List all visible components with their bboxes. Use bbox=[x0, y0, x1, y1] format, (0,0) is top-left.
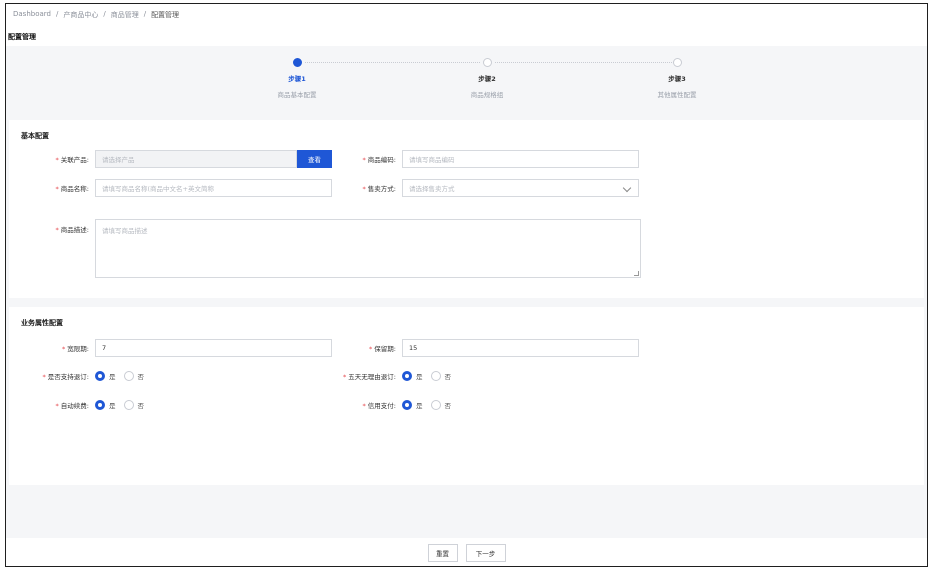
breadcrumb: Dashboard / 产商品中心 / 商品管理 / 配置管理 bbox=[13, 10, 179, 20]
breadcrumb-separator: / bbox=[103, 10, 106, 18]
required-mark: * bbox=[362, 185, 366, 193]
five-day-refund-field: * 五天无理由退订: 是 否 bbox=[327, 371, 455, 381]
radio-no[interactable] bbox=[123, 371, 134, 381]
retention-period-field: * 保留期: 15 bbox=[327, 339, 639, 357]
related-product-input[interactable]: 请选择产品 bbox=[95, 150, 297, 168]
product-code-label: * 商品编码: bbox=[362, 156, 396, 164]
radio-yes[interactable] bbox=[95, 371, 105, 381]
step-3-desc: 其他属性配置 bbox=[657, 91, 697, 99]
radio-no-label[interactable]: 否 bbox=[445, 400, 452, 410]
product-desc-field: * 商品描述: 请填写商品描述 bbox=[17, 219, 641, 278]
sale-method-select[interactable]: 请选择售卖方式 bbox=[402, 179, 639, 197]
breadcrumb-dashboard[interactable]: Dashboard bbox=[13, 10, 51, 20]
radio-no-label[interactable]: 否 bbox=[445, 371, 452, 381]
action-bar: 重置 下一步 bbox=[6, 538, 927, 566]
step-2-desc: 商品规格组 bbox=[470, 91, 504, 99]
grace-period-input[interactable]: 7 bbox=[95, 339, 332, 357]
step-3-dot bbox=[672, 58, 682, 67]
basic-config-panel: 基本配置 * 关联产品: 请选择产品 查看 * 商品编码: 请填写商品编码 * 商品名… bbox=[9, 120, 924, 298]
product-desc-label: * 商品描述: bbox=[55, 226, 89, 234]
required-mark: * bbox=[362, 156, 366, 164]
auto-renew-field: * 自动续费: 是 否 bbox=[17, 400, 148, 410]
step-2-title: 步骤2 bbox=[478, 75, 496, 83]
business-config-title: 业务属性配置 bbox=[21, 319, 63, 327]
step-3-title: 步骤3 bbox=[668, 75, 686, 83]
step-1-title: 步骤1 bbox=[288, 75, 306, 83]
product-name-label: * 商品名称: bbox=[55, 185, 89, 193]
step-2[interactable]: 步骤2 商品规格组 bbox=[447, 58, 527, 99]
page-title: 配置管理 bbox=[8, 33, 36, 41]
five-day-refund-radio-group: 是 否 bbox=[402, 371, 455, 381]
reset-button[interactable]: 重置 bbox=[427, 544, 458, 562]
support-unsubscribe-label: * 是否支持退订: bbox=[42, 373, 89, 381]
next-step-button[interactable]: 下一步 bbox=[465, 544, 506, 562]
grace-period-label: * 宽限期: bbox=[62, 345, 89, 353]
auto-renew-radio-group: 是 否 bbox=[95, 400, 148, 410]
radio-yes-label[interactable]: 是 bbox=[109, 371, 116, 381]
sale-method-placeholder: 请选择售卖方式 bbox=[409, 185, 455, 193]
credit-payment-radio-group: 是 否 bbox=[402, 400, 455, 410]
radio-no[interactable] bbox=[430, 400, 441, 410]
app-frame: Dashboard / 产商品中心 / 商品管理 / 配置管理 配置管理 步骤1… bbox=[5, 3, 928, 567]
sale-method-label: * 售卖方式: bbox=[362, 185, 396, 193]
breadcrumb-separator: / bbox=[55, 10, 59, 18]
breadcrumb-config-management: 配置管理 bbox=[151, 11, 180, 19]
grace-period-field: * 宽限期: 7 bbox=[17, 339, 332, 357]
radio-yes[interactable] bbox=[402, 400, 412, 410]
step-1-dot bbox=[292, 58, 302, 67]
required-mark: * bbox=[55, 185, 59, 193]
step-indicator: 步骤1 商品基本配置 步骤2 商品规格组 步骤3 其他属性配置 bbox=[9, 49, 924, 111]
retention-period-label: * 保留期: bbox=[369, 345, 396, 353]
radio-no[interactable] bbox=[123, 400, 134, 410]
support-unsubscribe-radio-group: 是 否 bbox=[95, 371, 148, 381]
radio-yes-label[interactable]: 是 bbox=[416, 400, 423, 410]
product-code-input[interactable]: 请填写商品编码 bbox=[402, 150, 639, 168]
radio-yes-label[interactable]: 是 bbox=[109, 400, 116, 410]
breadcrumb-separator: / bbox=[143, 10, 147, 18]
retention-period-input[interactable]: 15 bbox=[402, 339, 639, 357]
step-2-dot bbox=[482, 58, 492, 67]
required-mark: * bbox=[42, 373, 46, 381]
related-product-field: * 关联产品: 请选择产品 查看 bbox=[17, 150, 332, 168]
support-unsubscribe-field: * 是否支持退订: 是 否 bbox=[17, 371, 148, 381]
required-mark: * bbox=[55, 226, 59, 234]
radio-no[interactable] bbox=[430, 371, 441, 381]
required-mark: * bbox=[55, 156, 59, 164]
related-product-label: * 关联产品: bbox=[55, 156, 89, 164]
required-mark: * bbox=[369, 345, 373, 353]
radio-yes-label[interactable]: 是 bbox=[416, 371, 423, 381]
chevron-down-icon bbox=[622, 183, 632, 193]
required-mark: * bbox=[343, 373, 347, 381]
product-name-field: * 商品名称: 请填写商品名称(商品中文名+英文简称 bbox=[17, 179, 332, 197]
auto-renew-label: * 自动续费: bbox=[55, 402, 89, 410]
basic-config-title: 基本配置 bbox=[21, 132, 49, 140]
product-desc-placeholder: 请填写商品描述 bbox=[102, 227, 148, 235]
radio-no-label[interactable]: 否 bbox=[138, 400, 145, 410]
breadcrumb-product-center[interactable]: 产商品中心 bbox=[63, 10, 98, 20]
required-mark: * bbox=[55, 402, 59, 410]
step-3[interactable]: 步骤3 其他属性配置 bbox=[637, 58, 717, 99]
five-day-refund-label: * 五天无理由退订: bbox=[343, 373, 396, 381]
credit-payment-label: * 信用支付: bbox=[362, 402, 396, 410]
radio-yes[interactable] bbox=[402, 371, 412, 381]
business-config-panel: 业务属性配置 *宽限期: 7 *保留期: 15 *是否支持退订: 是 否 bbox=[9, 307, 924, 485]
sale-method-field: * 售卖方式: 请选择售卖方式 bbox=[327, 179, 639, 197]
required-mark: * bbox=[362, 402, 366, 410]
step-1-desc: 商品基本配置 bbox=[277, 91, 317, 99]
product-desc-textarea[interactable]: 请填写商品描述 bbox=[95, 219, 641, 278]
radio-yes[interactable] bbox=[95, 400, 105, 410]
top-bar: Dashboard / 产商品中心 / 商品管理 / 配置管理 配置管理 bbox=[6, 4, 927, 46]
required-mark: * bbox=[62, 345, 66, 353]
product-name-input[interactable]: 请填写商品名称(商品中文名+英文简称 bbox=[95, 179, 332, 197]
product-code-field: * 商品编码: 请填写商品编码 bbox=[327, 150, 639, 168]
credit-payment-field: * 信用支付: 是 否 bbox=[327, 400, 455, 410]
step-1[interactable]: 步骤1 商品基本配置 bbox=[257, 58, 337, 99]
radio-no-label[interactable]: 否 bbox=[138, 371, 145, 381]
resize-handle-icon[interactable] bbox=[634, 271, 639, 276]
breadcrumb-product-management[interactable]: 商品管理 bbox=[111, 10, 139, 20]
